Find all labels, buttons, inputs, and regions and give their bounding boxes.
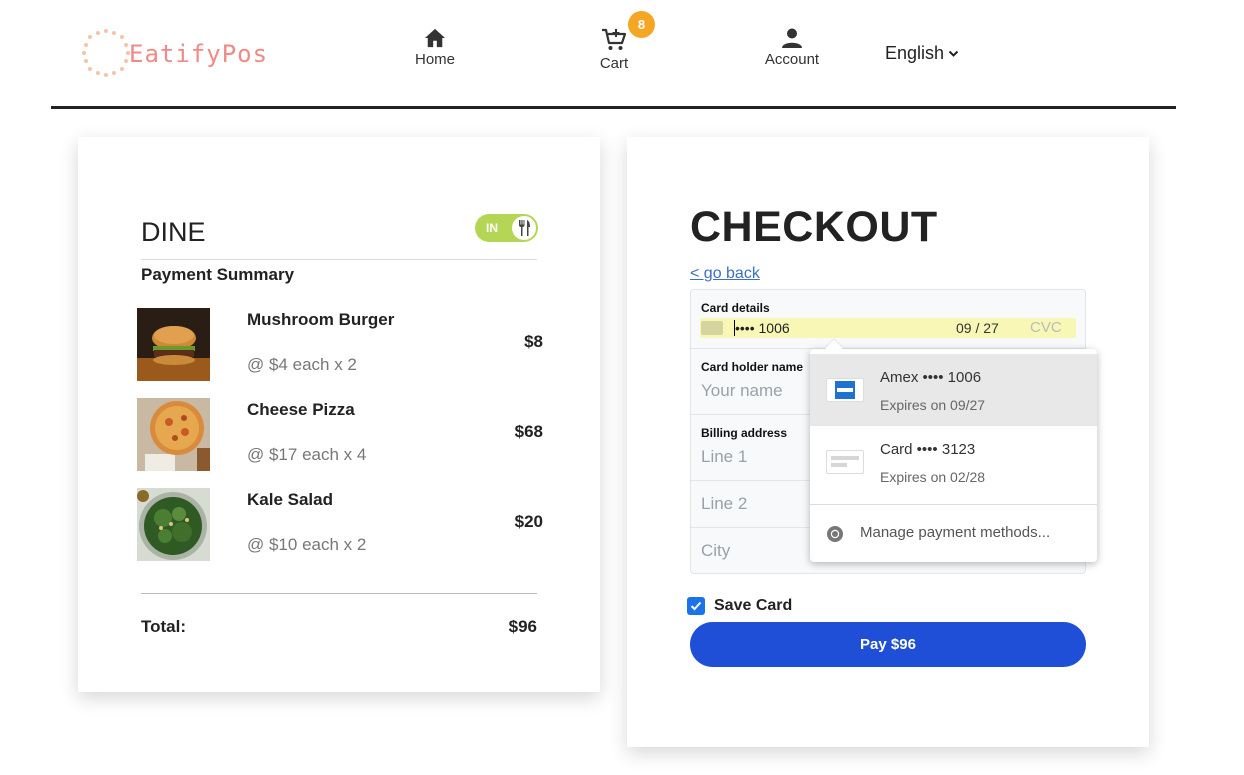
- dine-title: DINE: [141, 217, 206, 247]
- autofill-option-expiry: Expires on 09/27: [880, 397, 986, 413]
- payment-summary-card: DINE IN Payment Summary Mushroom Burger …: [78, 137, 600, 692]
- language-label: English: [885, 43, 945, 63]
- dine-in-toggle[interactable]: IN: [475, 214, 538, 242]
- nav-account[interactable]: Account: [752, 28, 832, 68]
- autofill-option-card[interactable]: Card •••• 3123 Expires on 02/28: [810, 426, 1097, 498]
- item-unit-price: @ $17 each x 4: [247, 445, 367, 464]
- person-icon: [782, 28, 802, 48]
- chrome-icon: [827, 526, 843, 542]
- toggle-knob: [512, 216, 536, 240]
- cheese-pizza-image: [137, 398, 210, 471]
- nav-home[interactable]: Home: [395, 28, 475, 68]
- summary-divider: [141, 259, 537, 260]
- save-card-label: Save Card: [714, 597, 793, 614]
- total-divider: [141, 593, 537, 594]
- checkout-title: CHECKOUT: [690, 203, 938, 251]
- item-total: $68: [514, 422, 543, 441]
- item-name: Mushroom Burger: [247, 310, 395, 329]
- billing-address-label: Billing address: [701, 426, 788, 440]
- autofill-option-expiry: Expires on 02/28: [880, 469, 986, 485]
- card-number-value: •••• 1006: [735, 320, 790, 336]
- autofill-divider: [810, 504, 1097, 505]
- item-unit-price: @ $10 each x 2: [247, 535, 367, 554]
- card-brand-icon: [701, 321, 723, 335]
- app-logo[interactable]: EatifyPos: [79, 26, 267, 80]
- nav-account-label: Account: [764, 51, 820, 68]
- header-divider: [51, 106, 1176, 109]
- logo-dots-icon: [79, 26, 133, 80]
- cart-count-badge: 8: [628, 11, 655, 38]
- item-total: $8: [524, 332, 543, 351]
- checkbox-checked-icon: [687, 597, 705, 615]
- language-selector[interactable]: English: [885, 43, 959, 64]
- autofill-option-amex[interactable]: Amex •••• 1006 Expires on 09/27: [810, 354, 1097, 426]
- home-icon: [425, 28, 445, 48]
- item-name: Kale Salad: [247, 490, 333, 509]
- total-value: $96: [508, 617, 537, 636]
- item-total: $20: [514, 512, 543, 531]
- card-holder-label: Card holder name: [701, 360, 804, 374]
- card-number-input[interactable]: •••• 1006 09 / 27 CVC: [700, 318, 1076, 338]
- order-item: Cheese Pizza @ $17 each x 4 $68: [137, 398, 543, 471]
- save-card-checkbox[interactable]: Save Card: [687, 597, 792, 615]
- cart-icon: [602, 28, 627, 50]
- nav-home-label: Home: [414, 51, 455, 68]
- autofill-option-title: Card •••• 3123: [880, 441, 976, 458]
- go-back-link[interactable]: < go back: [690, 265, 760, 283]
- logo-text: EatifyPos: [129, 40, 269, 68]
- card-holder-input[interactable]: Your name: [701, 381, 783, 401]
- address-line2-input[interactable]: Line 2: [701, 494, 747, 514]
- mushroom-burger-image: [137, 308, 210, 381]
- city-input[interactable]: City: [701, 541, 730, 561]
- kale-salad-image: [137, 488, 210, 561]
- item-name: Cheese Pizza: [247, 400, 355, 419]
- nav-cart-label: Cart: [599, 55, 629, 72]
- card-cvc-input[interactable]: CVC: [1030, 319, 1062, 336]
- generic-card-icon: [826, 450, 864, 474]
- card-expiry-input[interactable]: 09 / 27: [956, 320, 999, 336]
- chevron-down-icon: [948, 50, 959, 57]
- address-line1-input[interactable]: Line 1: [701, 447, 747, 467]
- card-details-row: Card details •••• 1006 09 / 27 CVC: [691, 290, 1085, 349]
- manage-payment-methods[interactable]: Manage payment methods...: [810, 511, 1097, 556]
- autofill-option-title: Amex •••• 1006: [880, 369, 982, 386]
- card-autofill-popup: Amex •••• 1006 Expires on 09/27 Card •••…: [810, 339, 1097, 562]
- utensils-icon: [519, 220, 530, 236]
- pay-button[interactable]: Pay $96: [690, 622, 1086, 667]
- item-unit-price: @ $4 each x 2: [247, 355, 357, 374]
- dine-toggle-label: IN: [486, 221, 498, 235]
- amex-card-icon: [826, 378, 864, 402]
- total-label: Total:: [141, 617, 187, 636]
- order-item: Kale Salad @ $10 each x 2 $20: [137, 488, 543, 561]
- manage-payment-methods-label: Manage payment methods...: [860, 524, 1051, 541]
- order-item: Mushroom Burger @ $4 each x 2 $8: [137, 308, 543, 381]
- payment-summary-heading: Payment Summary: [141, 265, 295, 284]
- card-details-label: Card details: [701, 301, 770, 315]
